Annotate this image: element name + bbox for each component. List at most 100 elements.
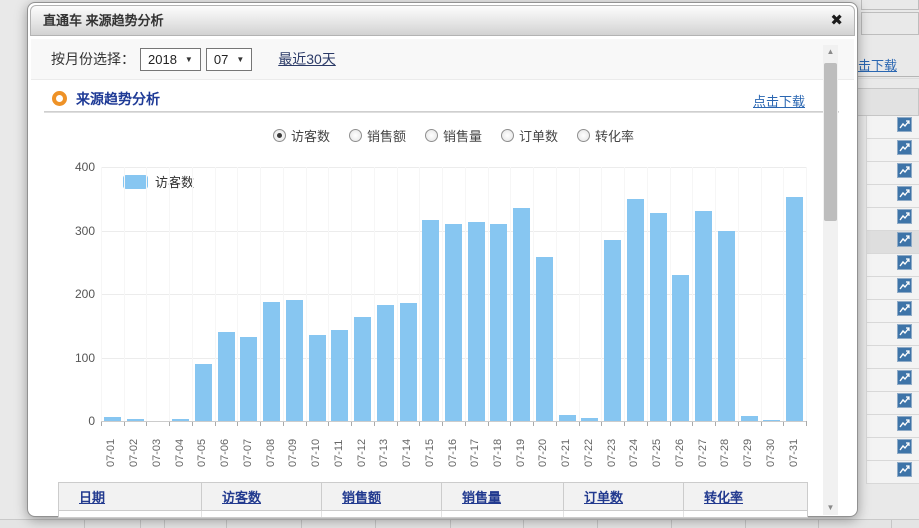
dialog-scrollbar[interactable]: ▲ ▼ [823,45,838,515]
table-sort-link-4[interactable]: 订单数 [584,487,623,506]
background-table-row [866,392,919,415]
month-selector-row: 按月份选择： 2018 ▼ 07 ▼ 最近30天 [31,39,854,80]
background-table-cell [451,520,524,528]
bar-chart: 访客数 010020030040007-0107-0207-0307-0407-… [101,167,806,421]
x-axis-label: 07-20 [537,427,549,467]
background-table-cell [861,12,919,35]
table-sort-link-1[interactable]: 访客数 [222,487,261,506]
x-axis-label: 07-01 [105,427,117,467]
screen: 点击下载 直通车 来源趋势分析 ✖ 按月份选择： 2018 ▼ 07 ▼ 最近3… [0,0,919,528]
x-axis-label: 07-23 [606,427,618,467]
background-table-row [866,139,919,162]
trend-line-icon[interactable] [882,416,912,436]
section-title: 来源趋势分析 [76,89,160,109]
chart-bar-07-06 [218,332,235,421]
metric-radio-0[interactable]: 访客数 [273,125,330,145]
metric-radio-2[interactable]: 销售量 [425,125,482,145]
chart-bar-07-19 [513,208,530,421]
gridline [715,167,716,421]
scroll-down-icon[interactable]: ▼ [823,501,838,515]
chart-bar-07-15 [422,220,439,421]
chart-legend[interactable]: 访客数 [123,172,194,191]
background-table-cell [672,520,746,528]
x-axis-label: 07-25 [651,427,663,467]
trend-line-icon[interactable] [882,462,912,482]
background-table-cell [524,520,598,528]
chart-bar-07-05 [195,364,212,421]
trend-line-icon[interactable] [882,255,912,275]
table-sort-link-3[interactable]: 销售量 [462,487,501,506]
y-axis-tick-label: 400 [55,160,95,174]
legend-swatch [123,175,148,189]
close-icon[interactable]: ✖ [830,12,843,29]
table-sort-link-5[interactable]: 转化率 [704,487,743,506]
background-table-row-strip [0,519,919,528]
table-sort-link-2[interactable]: 销售额 [342,487,381,506]
background-table-row [866,231,919,254]
trend-line-icon[interactable] [882,140,912,160]
x-axis-label: 07-05 [196,427,208,467]
x-axis-label: 07-29 [742,427,754,467]
metric-radio-3[interactable]: 订单数 [501,125,558,145]
trend-line-icon[interactable] [882,209,912,229]
detail-table-header-row: 日期 访客数 销售额 销售量 订单数 转化率 [59,483,807,511]
background-table-header-cell [856,88,919,116]
trend-line-icon[interactable] [882,186,912,206]
trend-line-icon[interactable] [882,301,912,321]
metric-radio-1[interactable]: 销售额 [349,125,406,145]
scroll-up-icon[interactable]: ▲ [823,45,838,59]
chevron-down-icon: ▼ [236,55,244,64]
table-header-cell: 销售额 [322,483,442,510]
gridline [169,167,170,421]
trend-line-icon[interactable] [882,370,912,390]
download-link[interactable]: 点击下载 [753,91,805,110]
gridline [510,167,511,421]
trend-line-icon[interactable] [882,347,912,367]
table-cell [684,511,803,517]
trend-line-icon[interactable] [882,439,912,459]
recent-30-days-link[interactable]: 最近30天 [278,49,336,69]
gridline [328,167,329,421]
table-sort-link-0[interactable]: 日期 [79,487,105,506]
table-header-cell: 订单数 [564,483,684,510]
month-select[interactable]: 07 ▼ [206,48,252,71]
trend-line-icon[interactable] [882,117,912,137]
chart-bar-07-08 [263,302,280,421]
trend-line-icon[interactable] [882,393,912,413]
radio-button-icon [501,129,514,142]
year-select[interactable]: 2018 ▼ [140,48,201,71]
gridline [533,167,534,421]
background-table-row [866,208,919,231]
background-table-row [866,438,919,461]
radio-label: 销售额 [367,126,406,145]
trend-line-icon[interactable] [882,163,912,183]
trend-line-icon[interactable] [882,324,912,344]
gridline [624,167,625,421]
y-axis-tick-label: 300 [55,224,95,238]
gridline [488,167,489,421]
chart-bar-07-24 [627,199,644,421]
gridline [442,167,443,421]
gridline [647,167,648,421]
gridline [260,167,261,421]
table-header-cell: 销售量 [442,483,564,510]
trend-line-icon[interactable] [882,232,912,252]
x-axis-label: 07-21 [560,427,572,467]
x-axis-label: 07-03 [151,427,163,467]
x-axis-tick [806,421,807,426]
x-axis-label: 07-07 [242,427,254,467]
gridline [670,167,671,421]
background-table-cell [746,520,819,528]
chart-bar-07-27 [695,211,712,421]
legend-label: 访客数 [155,172,194,191]
x-axis-label: 07-26 [674,427,686,467]
y-axis-tick-label: 0 [55,414,95,428]
table-cell [442,511,564,517]
scrollbar-thumb[interactable] [824,63,837,221]
metric-radio-4[interactable]: 转化率 [577,125,634,145]
chart-bar-07-18 [490,224,507,421]
background-table-row [866,254,919,277]
trend-line-icon[interactable] [882,278,912,298]
gridline [306,167,307,421]
background-table-cell [85,520,141,528]
